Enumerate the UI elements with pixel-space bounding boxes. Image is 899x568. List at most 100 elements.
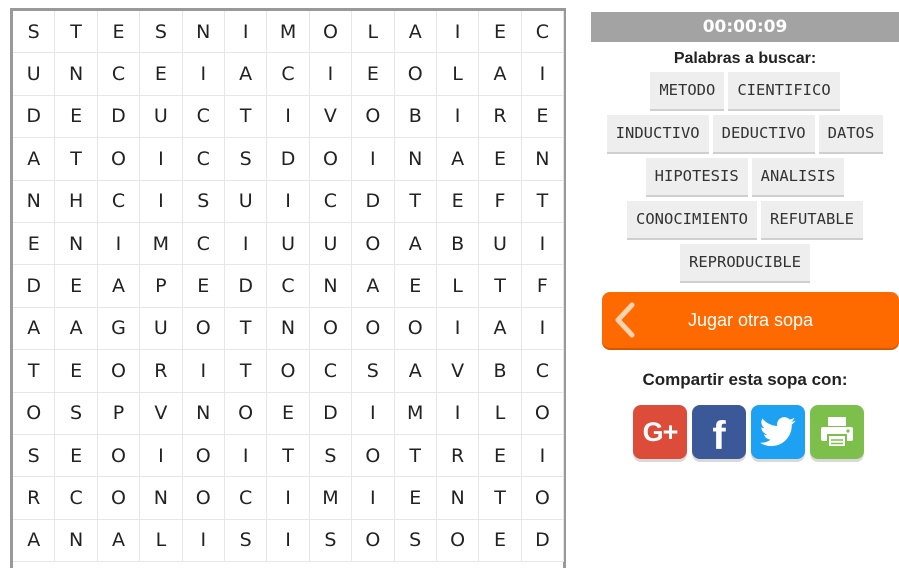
- grid-cell[interactable]: O: [436, 519, 480, 563]
- grid-cell[interactable]: S: [13, 11, 56, 54]
- twitter-button[interactable]: [751, 405, 805, 459]
- grid-cell[interactable]: S: [394, 519, 437, 563]
- grid-cell[interactable]: V: [309, 95, 353, 139]
- grid-cell[interactable]: N: [55, 519, 98, 563]
- grid-cell[interactable]: S: [224, 138, 268, 181]
- grid-cell[interactable]: A: [394, 11, 437, 54]
- grid-cell[interactable]: U: [140, 307, 183, 351]
- grid-cell[interactable]: U: [479, 222, 522, 266]
- grid-cell[interactable]: E: [479, 11, 522, 54]
- grid-cell[interactable]: E: [55, 434, 98, 478]
- grid-cell[interactable]: N: [394, 138, 437, 181]
- grid-cell[interactable]: P: [97, 392, 141, 435]
- grid-cell[interactable]: L: [436, 265, 480, 308]
- grid-cell[interactable]: N: [13, 180, 56, 223]
- grid-cell[interactable]: S: [224, 519, 268, 563]
- grid-cell[interactable]: A: [97, 265, 141, 308]
- grid-cell[interactable]: T: [267, 434, 310, 478]
- grid-cell[interactable]: O: [352, 434, 395, 478]
- google-plus-button[interactable]: G+: [633, 405, 687, 459]
- grid-cell[interactable]: D: [309, 392, 353, 435]
- grid-cell[interactable]: C: [267, 265, 310, 308]
- grid-cell[interactable]: T: [224, 307, 268, 351]
- grid-cell[interactable]: I: [436, 392, 480, 435]
- grid-cell[interactable]: E: [436, 180, 480, 223]
- grid-cell[interactable]: I: [352, 477, 395, 520]
- grid-cell[interactable]: E: [394, 477, 437, 520]
- grid-cell[interactable]: I: [182, 53, 225, 96]
- grid-cell[interactable]: I: [224, 222, 268, 266]
- grid-cell[interactable]: I: [352, 392, 395, 435]
- grid-cell[interactable]: N: [309, 265, 353, 308]
- grid-cell[interactable]: T: [394, 434, 437, 478]
- grid-cell[interactable]: E: [55, 265, 98, 308]
- grid-cell[interactable]: D: [13, 95, 56, 139]
- grid-cell[interactable]: D: [521, 519, 565, 563]
- grid-cell[interactable]: A: [479, 53, 522, 96]
- grid-cell[interactable]: H: [55, 180, 98, 223]
- grid-cell[interactable]: O: [352, 307, 395, 351]
- grid-cell[interactable]: T: [224, 95, 268, 139]
- grid-cell[interactable]: A: [13, 138, 56, 181]
- grid-cell[interactable]: C: [224, 477, 268, 520]
- grid-cell[interactable]: I: [97, 222, 141, 266]
- grid-cell[interactable]: C: [521, 11, 565, 54]
- grid-cell[interactable]: A: [479, 307, 522, 351]
- grid-cell[interactable]: E: [521, 95, 565, 139]
- facebook-button[interactable]: f: [692, 405, 746, 459]
- grid-cell[interactable]: I: [267, 519, 310, 563]
- print-button[interactable]: [810, 405, 864, 459]
- grid-cell[interactable]: L: [140, 519, 183, 563]
- grid-cell[interactable]: I: [521, 222, 565, 266]
- grid-cell[interactable]: A: [394, 350, 437, 393]
- grid-cell[interactable]: V: [140, 392, 183, 435]
- grid-cell[interactable]: C: [309, 180, 353, 223]
- grid-cell[interactable]: M: [140, 222, 183, 266]
- grid-cell[interactable]: C: [182, 222, 225, 266]
- grid-cell[interactable]: I: [267, 95, 310, 139]
- grid-cell[interactable]: D: [13, 265, 56, 308]
- grid-cell[interactable]: D: [267, 138, 310, 181]
- grid-cell[interactable]: C: [182, 95, 225, 139]
- grid-cell[interactable]: I: [436, 307, 480, 351]
- grid-cell[interactable]: B: [436, 222, 480, 266]
- grid-cell[interactable]: A: [13, 519, 56, 563]
- grid-cell[interactable]: O: [182, 477, 225, 520]
- grid-cell[interactable]: U: [13, 53, 56, 96]
- grid-cell[interactable]: C: [267, 53, 310, 96]
- grid-cell[interactable]: N: [182, 392, 225, 435]
- grid-cell[interactable]: V: [436, 350, 480, 393]
- grid-cell[interactable]: I: [140, 180, 183, 223]
- grid-cell[interactable]: O: [309, 11, 353, 54]
- grid-cell[interactable]: T: [479, 477, 522, 520]
- play-again-button[interactable]: Jugar otra sopa: [602, 292, 899, 348]
- grid-cell[interactable]: E: [267, 392, 310, 435]
- grid-cell[interactable]: O: [521, 392, 565, 435]
- grid-cell[interactable]: F: [479, 180, 522, 223]
- grid-cell[interactable]: D: [97, 95, 141, 139]
- grid-cell[interactable]: I: [267, 477, 310, 520]
- grid-cell[interactable]: B: [394, 95, 437, 139]
- grid-cell[interactable]: E: [13, 222, 56, 266]
- grid-cell[interactable]: L: [352, 11, 395, 54]
- grid-cell[interactable]: A: [394, 222, 437, 266]
- grid-cell[interactable]: C: [97, 180, 141, 223]
- grid-cell[interactable]: A: [352, 265, 395, 308]
- grid-cell[interactable]: I: [436, 95, 480, 139]
- grid-cell[interactable]: I: [352, 138, 395, 181]
- grid-cell[interactable]: O: [182, 307, 225, 351]
- grid-cell[interactable]: D: [352, 180, 395, 223]
- grid-cell[interactable]: I: [521, 434, 565, 478]
- grid-cell[interactable]: I: [182, 519, 225, 563]
- grid-cell[interactable]: I: [267, 180, 310, 223]
- grid-cell[interactable]: E: [55, 95, 98, 139]
- grid-cell[interactable]: O: [309, 138, 353, 181]
- grid-cell[interactable]: N: [436, 477, 480, 520]
- grid-cell[interactable]: G: [97, 307, 141, 351]
- grid-cell[interactable]: S: [13, 434, 56, 478]
- grid-cell[interactable]: S: [309, 434, 353, 478]
- grid-cell[interactable]: S: [182, 180, 225, 223]
- grid-cell[interactable]: E: [182, 265, 225, 308]
- grid-cell[interactable]: I: [309, 53, 353, 96]
- grid-cell[interactable]: N: [140, 477, 183, 520]
